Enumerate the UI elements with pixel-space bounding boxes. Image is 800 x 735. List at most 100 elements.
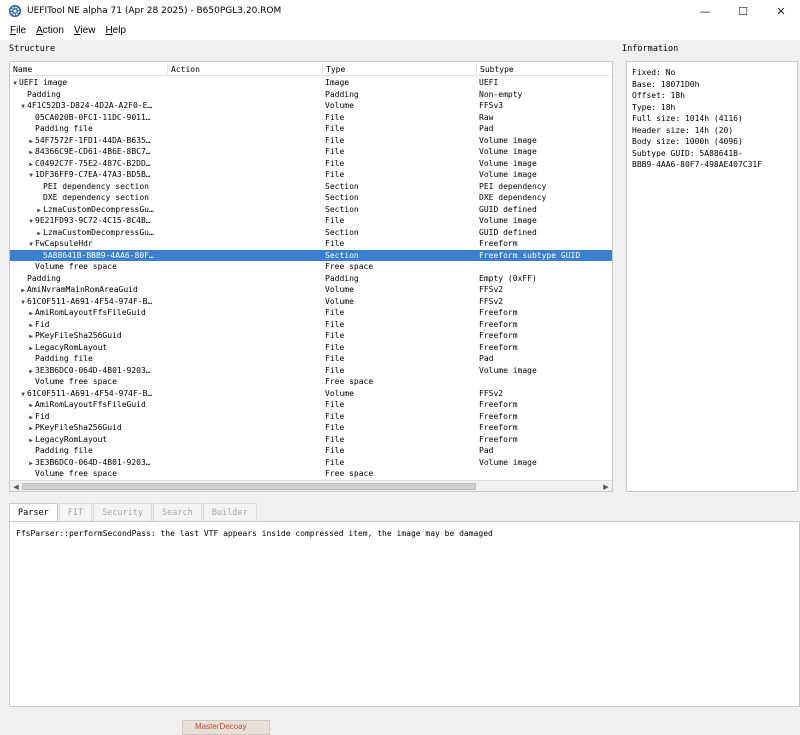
tree-row[interactable]: Padding Padding Non-empty [10,89,612,101]
scroll-right-icon[interactable]: ▶ [600,481,612,491]
tree-row-name-cell: 5A88641B-BBB9-4AA6-80F… [10,249,168,261]
tree-row-subtype: Volume image [479,158,537,168]
tree-row[interactable]: ▶ Fid File Freeform [10,411,612,423]
close-button[interactable]: ✕ [762,0,800,22]
tree-row[interactable]: ▶ LegacyRomLayout File Freeform [10,434,612,446]
tree-row-name: 84366C9E-CD61-4B6E-8BC7… [35,147,151,156]
tree-row-subtype: DXE dependency [479,193,547,202]
tree-row-subtype: Pad [479,446,494,455]
tree-row[interactable]: Padding file File Pad [10,353,612,365]
tree-row[interactable]: ▼ 9E21FD93-9C72-4C15-8C4B… File Volume imag… [10,215,612,227]
tree-row[interactable]: ▶ C0492C7F-75E2-487C-B2DD… File Volume imag… [10,158,612,170]
menu-file[interactable]: File [10,25,26,36]
tree-row-subtype: Freeform [479,319,518,329]
tree-row[interactable]: 05CA020B-0FC1-11DC-9011… File Raw [10,112,612,124]
tree-row-name-cell: PEI dependency section [10,181,168,193]
info-line: Subtype GUID: 5A88641B- [632,148,743,158]
minimize-button[interactable]: — [686,0,724,22]
tree-row-name: PKeyFileSha256Guid [35,331,122,340]
tree-row[interactable]: ▶ PKeyFileSha256Guid File Freeform [10,330,612,342]
tree-row-subtype: Volume image [479,216,537,225]
tree-row-name-cell: Padding file [10,445,168,457]
maximize-button[interactable]: ☐ [724,0,762,22]
tree-row[interactable]: PEI dependency section Section PEI depende… [10,181,612,193]
tree-row-subtype: Pad [479,124,494,133]
tree-row[interactable]: Padding file File Pad [10,123,612,135]
info-line: Full size: 1014h (4116) [632,114,743,123]
tree-row-type: File [325,147,345,156]
tree-row[interactable]: ▶ 84366C9E-CD61-4B6E-8BC7… File Volume imag… [10,146,612,158]
tree-row[interactable]: Volume free space Free space [10,468,612,480]
tree-row[interactable]: ▶ 3E3B6DC0-064D-4B01-9203… File Volume imag… [10,457,612,469]
tree-row-name-cell: Volume free space [10,261,168,273]
tree-row[interactable]: ▶ AmiRomLayoutFfsFileGuid File Freeform [10,307,612,319]
column-header-name[interactable]: Name [10,64,168,76]
column-header-action[interactable]: Action [168,64,323,76]
tree-row[interactable]: ▼ 61C0F511-A691-4F54-974F-B… Volume FFSv2 [10,296,612,308]
tree-row[interactable]: ▼ UEFI image Image UEFI [10,77,612,89]
tree-row-name: Volume free space [35,377,117,386]
tree-row-subtype: GUID defined [479,227,537,237]
menu-mnemonic: H [105,25,113,36]
tree-row-type: Section [325,227,359,237]
menu-view[interactable]: View [74,25,96,36]
structure-tree[interactable]: Name Action Type Subtype ▼ UEFI image Imag… [9,61,613,492]
tree-row-type: File [325,411,345,421]
tree-row-name: 61C0F511-A691-4F54-974F-B… [27,388,153,398]
tree-row-name: AmiRomLayoutFfsFileGuid [35,400,146,409]
tab-security[interactable]: Security [93,503,153,521]
column-header-type[interactable]: Type [323,64,477,76]
information-panel[interactable]: Fixed: No Base: 18071D0h Offset: 18h Type: … [626,61,798,492]
tree-row[interactable]: DXE dependency section Section DXE depende… [10,192,612,204]
tree-row[interactable]: ▼ FwCapsuleHdr File Freeform [10,238,612,250]
tree-row[interactable]: ▶ LzmaCustomDecompressGu… Section GUID defi… [10,227,612,239]
tree-row-subtype: Non-empty [479,89,523,99]
tree-row-type: File [325,342,345,352]
tree-row[interactable]: Volume free space Free space [10,261,612,273]
scroll-left-icon[interactable]: ◀ [10,481,22,491]
tree-row[interactable]: ▶ AmiRomLayoutFfsFileGuid File Freeform [10,399,612,411]
tree-row-type: File [325,135,345,145]
column-header-subtype[interactable]: Subtype [477,64,612,76]
parser-messages[interactable]: FfsParser::performSecondPass: the last V… [9,521,800,707]
menu-action[interactable]: Action [36,25,64,36]
tree-row[interactable]: ▶ 3E3B6DC0-064D-4B01-9203… File Volume imag… [10,365,612,377]
tree-row-subtype: Freeform [479,239,518,248]
tree-row-type: File [325,446,345,455]
tree-row[interactable]: ▼ 4F1C52D3-D824-4D2A-A2F0-E… Volume FFSv3 [10,100,612,112]
tree-row-name: LegacyRomLayout [35,434,108,444]
tree-row-name: 54F7572F-1FD1-44DA-B635… [35,135,151,145]
tab-parser[interactable]: Parser [9,503,58,521]
tree-row-subtype: PEI dependency [479,181,547,191]
tree-row[interactable]: ▶ PKeyFileSha256Guid File Freeform [10,422,612,434]
tree-row[interactable]: 5A88641B-BBB9-4AA6-80F… Section Freeform s… [10,249,612,261]
tree-row-type: File [325,239,345,248]
tree-row-type: File [325,423,345,432]
menu-help[interactable]: Help [105,25,126,36]
horizontal-scrollbar[interactable]: ◀ ▶ [10,480,612,491]
parser-message[interactable]: FfsParser::performSecondPass: the last V… [16,528,793,539]
tree-row[interactable]: ▶ LzmaCustomDecompressGu… Section GUID defi… [10,204,612,216]
tree-row[interactable]: ▶ 54F7572F-1FD1-44DA-B635… File Volume imag… [10,135,612,147]
tree-row[interactable]: Volume free space Free space [10,376,612,388]
tree-row-subtype: Freeform [479,342,518,352]
tree-row[interactable]: Padding file File Pad [10,445,612,457]
tree-row[interactable]: ▶ LegacyRomLayout File Freeform [10,342,612,354]
tree-row[interactable]: ▶ Fid File Freeform [10,319,612,331]
tree-row-name: PEI dependency section [43,181,149,191]
tab-fit[interactable]: FIT [58,503,93,521]
scrollbar-thumb[interactable] [22,483,476,490]
tree-row[interactable]: ▼ 61C0F511-A691-4F54-974F-B… Volume FFSv2 [10,388,612,400]
panel-splitter[interactable] [0,496,800,502]
tree-row-type: File [325,434,345,444]
tree-row-type: Section [325,193,359,202]
tree-row[interactable]: ▶ AmiNvramMainRomAreaGuid Volume FFSv2 [10,284,612,296]
tree-row-name: C0492C7F-75E2-487C-B2DD… [35,158,151,168]
title-bar: UEFITool NE alpha 71 (Apr 28 2025) - B65… [0,0,800,22]
tree-row[interactable]: Padding Padding Empty (0xFF) [10,273,612,285]
tab-search[interactable]: Search [153,503,202,521]
tree-row-name: Fid [35,411,50,421]
tree-row[interactable]: ▼ 1DF36FF9-C7EA-47A3-BD5B… File Volume imag… [10,169,612,181]
tree-row-name-cell: 05CA020B-0FC1-11DC-9011… [10,112,168,124]
tab-builder[interactable]: Builder [202,503,257,521]
